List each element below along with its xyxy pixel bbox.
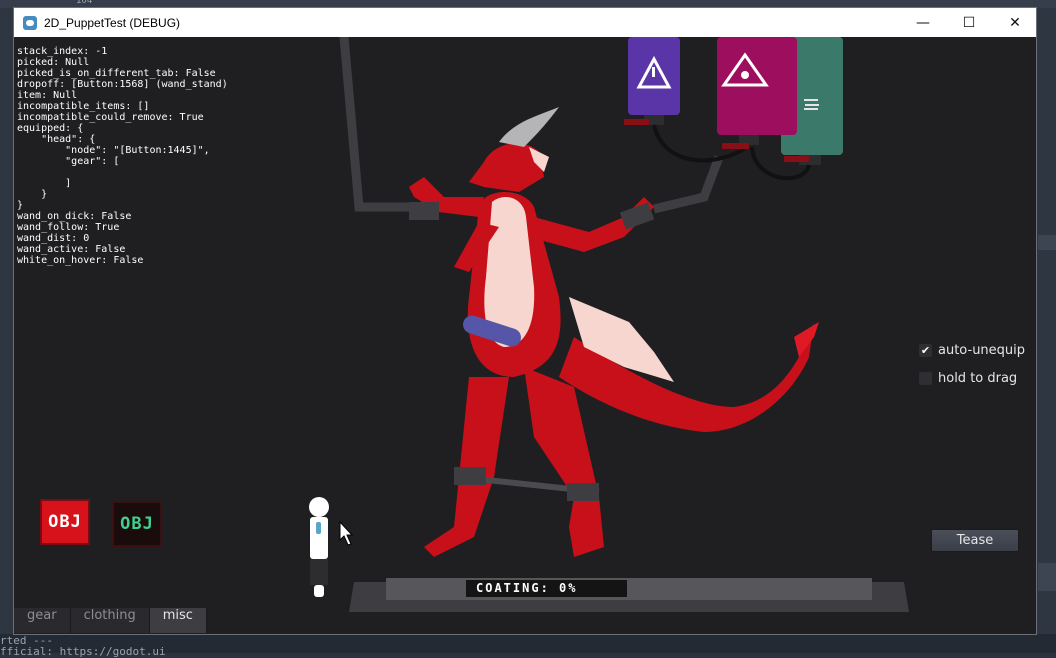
coating-readout: COATING: 0%	[466, 580, 627, 597]
tab-gear[interactable]: gear	[14, 608, 71, 633]
auto-unequip-label: auto-unequip	[938, 343, 1026, 358]
auto-unequip-toggle[interactable]: ✔ auto-unequip	[919, 343, 1025, 358]
editor-side-panel-lower	[1038, 563, 1056, 591]
right-restraint-arm	[652, 155, 724, 214]
stage-top	[386, 578, 872, 600]
debug-state-readout: stack_index: -1 picked: Null picked_is_o…	[17, 46, 228, 266]
window-title: 2D_PuppetTest (DEBUG)	[44, 15, 181, 30]
hold-to-drag-toggle[interactable]: hold to drag	[919, 371, 1017, 386]
wand-stand	[309, 497, 329, 597]
game-window: 2D_PuppetTest (DEBUG) — ☐ ✕ stack_index:…	[13, 7, 1037, 635]
mouse-cursor	[339, 520, 354, 546]
editor-line-number: 104	[76, 0, 93, 6]
editor-output-panel: rted --- fficial: https://godot.ui	[0, 634, 1056, 658]
minimize-button[interactable]: —	[900, 8, 946, 37]
right-ankle-cuff	[567, 483, 599, 501]
checkbox-icon[interactable]	[919, 372, 932, 385]
output-line-2: fficial: https://godot.ui	[0, 645, 166, 658]
obj-item-icon-red[interactable]: OBJ	[40, 499, 90, 545]
purple-tank	[628, 37, 680, 125]
checkbox-icon[interactable]: ✔	[919, 344, 932, 357]
godot-app-icon	[23, 15, 37, 30]
tab-misc[interactable]: misc	[149, 608, 207, 633]
left-restraint-arm	[339, 37, 409, 212]
right-wrist-cuff	[619, 202, 655, 230]
title-bar[interactable]: 2D_PuppetTest (DEBUG) — ☐ ✕	[14, 8, 1036, 37]
close-button[interactable]: ✕	[992, 8, 1036, 37]
tab-clothing[interactable]: clothing	[70, 608, 150, 633]
hold-to-drag-label: hold to drag	[938, 371, 1018, 386]
tease-button[interactable]: Tease	[931, 529, 1019, 552]
editor-side-panel	[1038, 235, 1056, 250]
inventory-tabs: gear clothing misc	[14, 608, 207, 634]
obj-item-icon-dark[interactable]: OBJ	[112, 501, 162, 547]
game-viewport: stack_index: -1 picked: Null picked_is_o…	[14, 37, 1036, 634]
magenta-tank	[717, 37, 797, 145]
left-ankle-cuff	[454, 467, 486, 485]
left-wrist-cuff	[409, 202, 439, 220]
horn	[499, 107, 559, 147]
maximize-button[interactable]: ☐	[946, 8, 992, 37]
